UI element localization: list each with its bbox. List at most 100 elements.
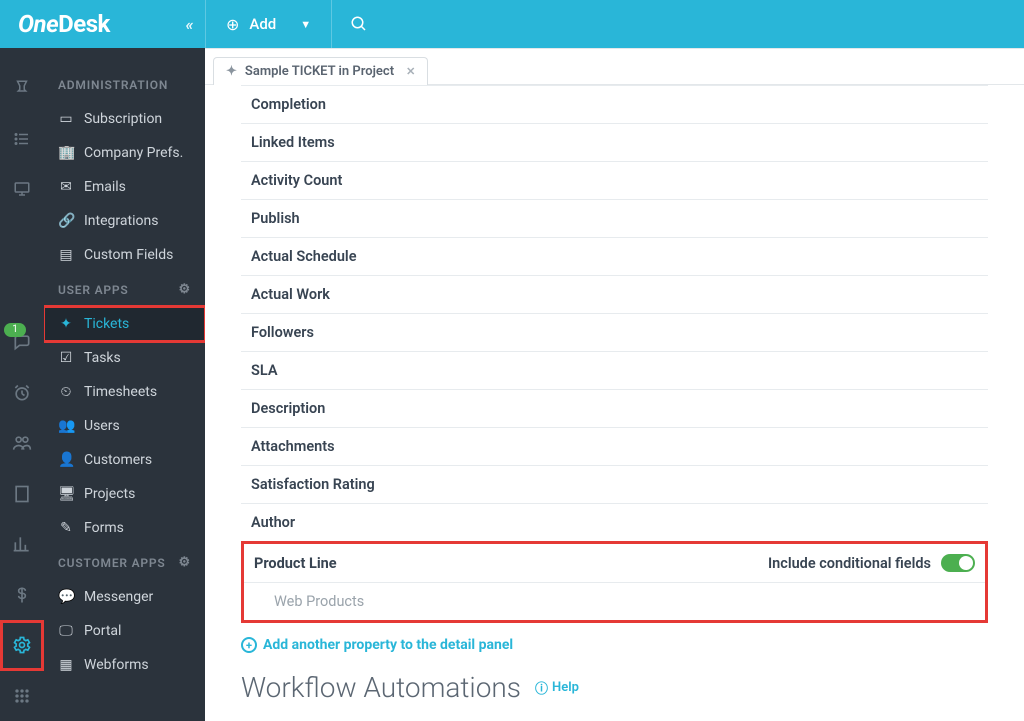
rail-spacer-1 — [0, 214, 44, 317]
main: ✦ Sample TICKET in Project ✕ Completion … — [205, 48, 1024, 721]
conditional-toggle[interactable] — [941, 554, 975, 572]
section-customer-apps: CUSTOMER APPS⚙ — [44, 545, 205, 580]
pin-icon: ✦ — [226, 64, 237, 79]
tabbar: ✦ Sample TICKET in Project ✕ — [205, 49, 1024, 85]
property-row[interactable]: Satisfaction Rating — [241, 466, 988, 504]
brand-name-a: One — [18, 10, 58, 38]
sidebar-item-label: Tasks — [84, 350, 121, 366]
sidebar-item-integrations[interactable]: 🔗 Integrations — [44, 204, 205, 238]
rail-item-messages[interactable] — [0, 317, 44, 367]
topbar: OneDesk « ⊕ Add ▼ — [0, 0, 1024, 48]
brand-name-b: Desk — [58, 10, 110, 38]
rail-item-settings[interactable] — [0, 620, 44, 670]
chat-icon: 💬 — [58, 589, 74, 605]
add-button[interactable]: ⊕ Add ▼ — [205, 0, 332, 48]
webforms-icon: ▦ — [58, 657, 74, 673]
tab-label: Sample TICKET in Project — [245, 64, 394, 79]
property-row[interactable]: Activity Count — [241, 162, 988, 200]
section-title: Workflow Automations — [241, 671, 521, 704]
workflow-section-heading: Workflow Automations ⓘ Help — [241, 671, 988, 704]
property-row[interactable]: Attachments — [241, 428, 988, 466]
sidebar-item-label: Messenger — [84, 589, 153, 605]
plus-circle-icon: + — [241, 637, 257, 653]
rail-item-chart[interactable] — [0, 519, 44, 569]
conditional-fields-wrap: Include conditional fields — [768, 554, 975, 572]
property-sub-row[interactable]: Web Products — [244, 583, 985, 620]
sidebar-item-label: Tickets — [84, 316, 129, 332]
rail-item-users[interactable] — [0, 418, 44, 468]
sidebar-item-subscription[interactable]: ▭ Subscription — [44, 102, 205, 136]
plus-circle-icon: ⊕ — [226, 15, 239, 34]
sidebar-item-label: Timesheets — [84, 384, 157, 400]
rail-item-list[interactable] — [0, 113, 44, 163]
sidebar-item-label: Company Prefs. — [84, 145, 183, 161]
sidebar-item-label: Integrations — [84, 213, 158, 229]
sidebar-item-label: Custom Fields — [84, 247, 173, 263]
building-icon: 🏢 — [58, 145, 74, 161]
brand-logo: OneDesk « — [0, 10, 205, 38]
collapse-sidebar-icon[interactable]: « — [186, 15, 193, 34]
sidebar-item-timesheets[interactable]: ⏲ Timesheets — [44, 375, 205, 409]
search-button[interactable] — [332, 15, 386, 33]
card-icon: ▭ — [58, 111, 74, 127]
sidebar-item-label: Portal — [84, 623, 121, 639]
sidebar-item-webforms[interactable]: ▦ Webforms — [44, 648, 205, 682]
tab-sample-ticket[interactable]: ✦ Sample TICKET in Project ✕ — [213, 57, 428, 85]
rail-item-monitor[interactable] — [0, 164, 44, 214]
property-row[interactable]: Actual Work — [241, 276, 988, 314]
rail-item-dollar[interactable] — [0, 570, 44, 620]
sidebar-item-projects[interactable]: 🖥Projects — [44, 477, 205, 511]
customers-icon: 👤 — [58, 452, 74, 468]
portal-icon: 🖵 — [58, 623, 74, 639]
property-row[interactable]: Linked Items — [241, 124, 988, 162]
rail-item-apps[interactable] — [0, 671, 44, 721]
sidebar-item-users[interactable]: 👥 Users — [44, 409, 205, 443]
property-row[interactable]: Publish — [241, 200, 988, 238]
sidebar-item-tickets[interactable]: ✦Tickets — [44, 307, 205, 341]
help-link[interactable]: ⓘ Help — [535, 678, 579, 697]
link-icon: 🔗 — [58, 213, 74, 229]
users-icon: 👥 — [58, 418, 74, 434]
property-row[interactable]: Author — [241, 504, 988, 541]
highlighted-property-box: Product Line Include conditional fields … — [241, 541, 988, 623]
sidebar-item-label: Projects — [84, 486, 135, 502]
close-icon[interactable]: ✕ — [406, 65, 415, 78]
layout: ADMINISTRATION ▭ Subscription 🏢 Company Pr… — [0, 48, 1024, 721]
sidebar-item-label: Webforms — [84, 657, 149, 673]
property-row[interactable]: Followers — [241, 314, 988, 352]
content: Completion Linked Items Activity Count P… — [205, 85, 1024, 721]
property-row[interactable]: Actual Schedule — [241, 238, 988, 276]
property-row[interactable]: Completion — [241, 86, 988, 124]
chevron-down-icon: ▼ — [300, 18, 311, 31]
property-row[interactable]: SLA — [241, 352, 988, 390]
sidebar-item-custom-fields[interactable]: ▤ Custom Fields — [44, 238, 205, 272]
sidebar-item-messenger[interactable]: 💬 Messenger — [44, 580, 205, 614]
property-label: Product Line — [254, 555, 337, 572]
gear-icon[interactable]: ⚙ — [179, 555, 191, 570]
sidebar-item-emails[interactable]: ✉Emails — [44, 170, 205, 204]
sidebar-item-forms[interactable]: ✎Forms — [44, 511, 205, 545]
tasks-icon: ☑ — [58, 350, 74, 366]
section-administration: ADMINISTRATION — [44, 68, 205, 102]
search-icon — [350, 15, 368, 33]
form-icon: ▤ — [58, 247, 74, 263]
gear-icon[interactable]: ⚙ — [179, 282, 191, 297]
sidebar-item-portal[interactable]: 🖵 Portal — [44, 614, 205, 648]
sidebar-item-customers[interactable]: 👤Customers — [44, 443, 205, 477]
conditional-label: Include conditional fields — [768, 555, 931, 572]
sidebar-item-label: Forms — [84, 520, 124, 536]
clock-icon: ⏲ — [58, 384, 74, 400]
add-property-link[interactable]: + Add another property to the detail pan… — [241, 637, 988, 653]
sidebar-item-label: Subscription — [84, 111, 162, 127]
rail-item-clock[interactable] — [0, 368, 44, 418]
rail — [0, 48, 44, 721]
sidebar-item-tasks[interactable]: ☑ Tasks — [44, 341, 205, 375]
property-row[interactable]: Description — [241, 390, 988, 428]
property-row-product-line[interactable]: Product Line Include conditional fields — [244, 544, 985, 583]
rail-item-building[interactable] — [0, 469, 44, 519]
sidebar-item-label: Users — [84, 418, 120, 434]
rail-item-pin[interactable] — [0, 63, 44, 113]
sidebar-item-company-prefs[interactable]: 🏢 Company Prefs. — [44, 136, 205, 170]
add-button-label: Add — [249, 15, 276, 33]
mail-icon: ✉ — [58, 179, 74, 195]
